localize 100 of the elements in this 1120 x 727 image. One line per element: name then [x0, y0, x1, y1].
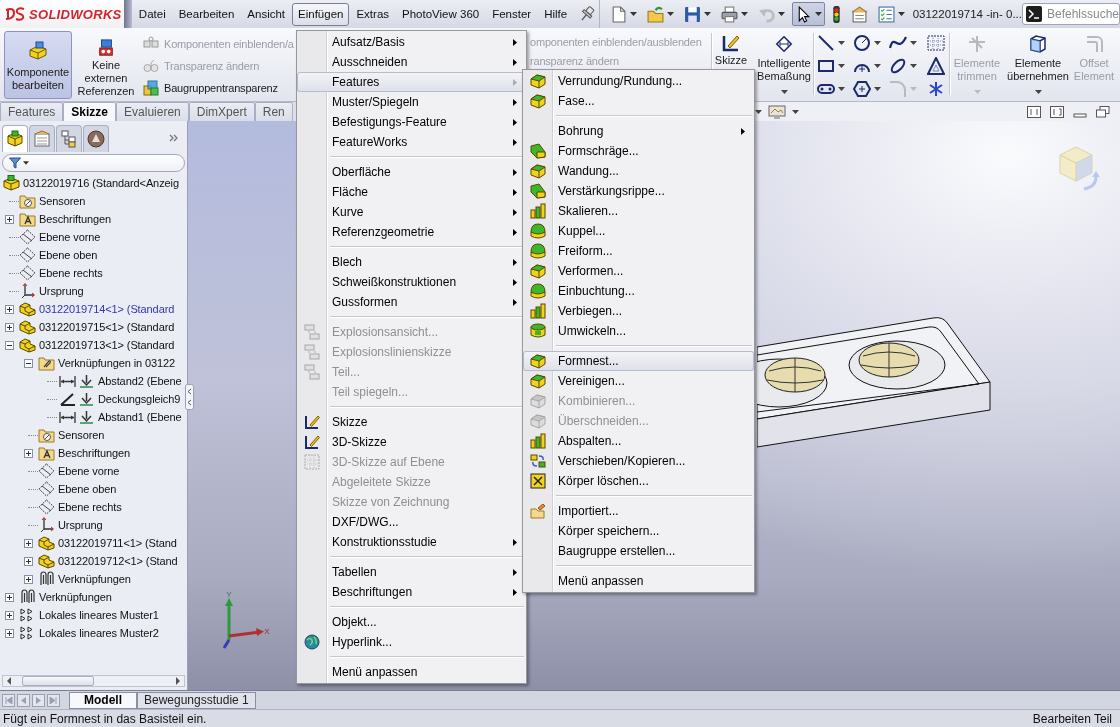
- menu-bar-item[interactable]: Fenster: [486, 2, 538, 26]
- double-chevron-icon[interactable]: [169, 134, 179, 142]
- menu-bar-item[interactable]: PhotoView 360: [396, 2, 486, 26]
- collapse-toggle[interactable]: [5, 340, 14, 350]
- menu-item[interactable]: Baugruppe erstellen...: [523, 541, 754, 561]
- menu-bar-item[interactable]: Hilfe: [538, 2, 574, 26]
- menu-bar-item[interactable]: Ansicht: [241, 2, 292, 26]
- caret-icon[interactable]: [838, 40, 845, 45]
- tree-item[interactable]: Verknüpfungen: [39, 591, 112, 603]
- menu-item[interactable]: Importiert...: [523, 501, 754, 521]
- horizontal-scrollbar[interactable]: [2, 675, 185, 687]
- caret-icon[interactable]: [666, 12, 674, 16]
- caret-icon[interactable]: [814, 12, 822, 16]
- left-arrow-icon[interactable]: [6, 677, 12, 685]
- tree-item[interactable]: Ursprung: [39, 285, 84, 297]
- tree-item[interactable]: 03122019713<1> (Standard: [39, 339, 175, 351]
- house-sheet-icon[interactable]: [850, 5, 868, 23]
- menu-item[interactable]: Befestigungs-Feature: [297, 112, 526, 132]
- caret-icon[interactable]: [754, 109, 762, 114]
- scrollbar-thumb[interactable]: [22, 676, 94, 686]
- tree-item[interactable]: Ursprung: [58, 519, 103, 531]
- expand-toggle[interactable]: [24, 574, 33, 584]
- tree-item[interactable]: Ebene vorne: [39, 231, 101, 243]
- ribbon-button[interactable]: Elemente übernehmen: [1003, 30, 1073, 100]
- filter-field[interactable]: [2, 154, 185, 172]
- ribbon-button[interactable]: Skizze: [713, 30, 749, 68]
- tree-item[interactable]: Verknüpfungen in 03122: [58, 357, 176, 369]
- expand-toggle[interactable]: [5, 304, 14, 314]
- tree-item[interactable]: 03122019715<1> (Standard: [39, 321, 175, 333]
- pressed-tool-button[interactable]: [791, 2, 825, 26]
- tree-item[interactable]: 03122019714<1> (Standard: [39, 303, 175, 315]
- menu-item[interactable]: Körper speichern...: [523, 521, 754, 541]
- right-arrow-icon[interactable]: [175, 677, 181, 685]
- caret-icon[interactable]: [838, 86, 845, 91]
- ribbon-tab[interactable]: Features: [0, 102, 64, 121]
- bottom-tab[interactable]: Modell: [69, 692, 137, 709]
- traffic-light-icon[interactable]: [831, 5, 841, 23]
- menu-item[interactable]: Kuppel...: [523, 221, 754, 241]
- checklist-icon[interactable]: [877, 5, 895, 23]
- menu-item[interactable]: Beschriftungen: [297, 582, 526, 602]
- menu-bar-item[interactable]: Bearbeiten: [172, 2, 241, 26]
- caret-icon[interactable]: [838, 63, 845, 68]
- menu-item[interactable]: Körper löschen...: [523, 471, 754, 491]
- menu-item[interactable]: Blech: [297, 252, 526, 272]
- tree-item[interactable]: Lokales lineares Muster1: [39, 609, 159, 621]
- menu-bar-item[interactable]: Extras: [350, 2, 396, 26]
- restore-icon[interactable]: [1096, 105, 1110, 118]
- menu-item[interactable]: Referenzgeometrie: [297, 222, 526, 242]
- menu-item[interactable]: Einbuchtung...: [523, 281, 754, 301]
- ribbon-tab[interactable]: Evaluieren: [116, 102, 189, 121]
- squares-icon[interactable]: [143, 80, 159, 96]
- menu-item[interactable]: Wandung...: [523, 161, 754, 181]
- tree-item[interactable]: Sensoren: [58, 429, 105, 441]
- display-icon[interactable]: [767, 104, 786, 119]
- collapse-toggle[interactable]: [24, 358, 33, 368]
- asterisk-icon[interactable]: [927, 79, 945, 98]
- menu-item[interactable]: Verrundung/Rundung...: [523, 71, 754, 91]
- ribbon-button[interactable]: Keine externen Referenzen: [75, 30, 137, 100]
- menu-item[interactable]: Vereinigen...: [523, 371, 754, 391]
- tree-item[interactable]: Sensoren: [39, 195, 86, 207]
- hexagon-icon[interactable]: [853, 79, 871, 98]
- menu-item[interactable]: Hyperlink...: [297, 632, 526, 652]
- expand-toggle[interactable]: [5, 322, 14, 332]
- line-icon[interactable]: [817, 33, 835, 52]
- tree-item[interactable]: Lokales lineares Muster2: [39, 627, 159, 639]
- menu-item[interactable]: Aufsatz/Basis: [297, 32, 526, 52]
- printer-icon[interactable]: [720, 5, 738, 23]
- menu-bar-item[interactable]: Einfügen: [292, 2, 350, 26]
- collapse-arrows-icon[interactable]: [185, 384, 194, 410]
- menu-item[interactable]: Verformen...: [523, 261, 754, 281]
- split-vertical-icon[interactable]: [1027, 105, 1041, 118]
- circle-icon[interactable]: [853, 33, 871, 52]
- menu-item[interactable]: Schweißkonstruktionen: [297, 272, 526, 292]
- panel-tab[interactable]: [2, 125, 28, 152]
- expand-toggle[interactable]: [5, 610, 14, 620]
- caret-icon[interactable]: [1035, 90, 1042, 94]
- expand-toggle[interactable]: [5, 214, 14, 224]
- menu-item[interactable]: 3D-Skizze: [297, 432, 526, 452]
- menu-item[interactable]: Kurve: [297, 202, 526, 222]
- tree-item[interactable]: Beschriftungen: [39, 213, 111, 225]
- menu-item[interactable]: Freiform...: [523, 241, 754, 261]
- menu-item[interactable]: Ausschneiden: [297, 52, 526, 72]
- menu-item[interactable]: Fläche: [297, 182, 526, 202]
- menu-item[interactable]: Oberfläche: [297, 162, 526, 182]
- bottom-tab[interactable]: Bewegungsstudie 1: [137, 692, 256, 709]
- caret-icon[interactable]: [874, 86, 881, 91]
- tree-item[interactable]: Verknüpfungen: [58, 573, 131, 585]
- menu-item[interactable]: Verschieben/Kopieren...: [523, 451, 754, 471]
- ribbon-button[interactable]: Intelligente Bemaßung: [755, 30, 813, 100]
- menu-item[interactable]: Umwickeln...: [523, 321, 754, 341]
- menu-item[interactable]: Menü anpassen: [523, 571, 754, 591]
- caret-icon[interactable]: [781, 90, 788, 94]
- ellipse-icon[interactable]: [889, 56, 907, 75]
- expand-toggle[interactable]: [24, 538, 33, 548]
- menu-item[interactable]: Tabellen: [297, 562, 526, 582]
- tree-item[interactable]: Ebene oben: [58, 483, 117, 495]
- caret-icon[interactable]: [910, 40, 917, 45]
- caret-icon[interactable]: [740, 12, 748, 16]
- menu-item[interactable]: Abspalten...: [523, 431, 754, 451]
- expand-toggle[interactable]: [24, 556, 33, 566]
